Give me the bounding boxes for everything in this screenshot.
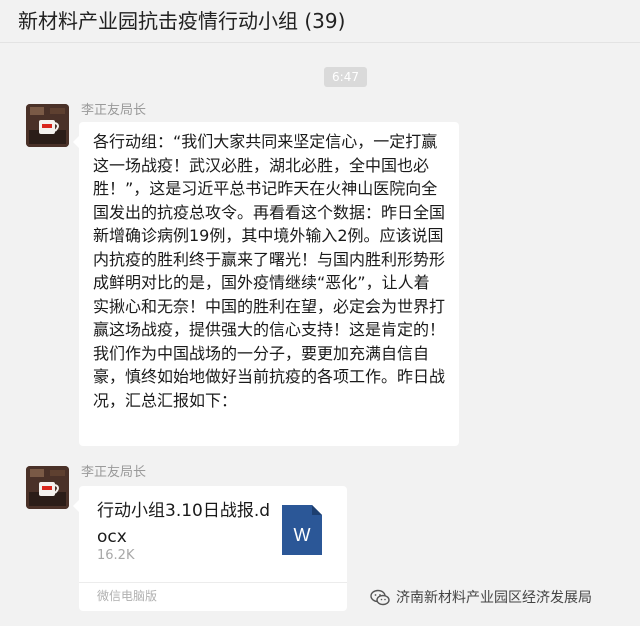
message-text: 各行动组：“我们大家共同来坚定信心，一定打赢这一场战疫！武汉必胜，湖北必胜，全中…: [93, 132, 446, 410]
sender-name: 李正友局长: [81, 465, 147, 480]
chat-header: 新材料产业园抗击疫情行动小组 (39): [0, 0, 640, 43]
file-size: 16.2K: [97, 548, 135, 563]
sender-avatar[interactable]: [26, 104, 69, 147]
avatar-image-icon: [26, 104, 69, 147]
sender-avatar[interactable]: [26, 466, 69, 509]
wechat-official-account-icon: [370, 589, 390, 606]
svg-text:W: W: [294, 525, 311, 545]
sender-name: 李正友局长: [81, 103, 147, 118]
message-timestamp: 6:47: [324, 67, 367, 87]
file-card-divider: [79, 582, 347, 583]
watermark-text: 济南新材料产业园区经济发展局: [396, 590, 592, 606]
avatar-image-icon: [26, 466, 69, 509]
file-message-card[interactable]: 行动小组3.10日战报.docx 16.2K W 微信电脑版: [73, 486, 347, 611]
chat-title: 新材料产业园抗击疫情行动小组 (39): [18, 9, 346, 33]
file-source: 微信电脑版: [97, 589, 158, 603]
file-name: 行动小组3.10日战报.docx: [97, 501, 271, 547]
word-document-icon: W: [282, 505, 322, 555]
message-bubble[interactable]: 各行动组：“我们大家共同来坚定信心，一定打赢这一场战疫！武汉必胜，湖北必胜，全中…: [73, 122, 459, 446]
